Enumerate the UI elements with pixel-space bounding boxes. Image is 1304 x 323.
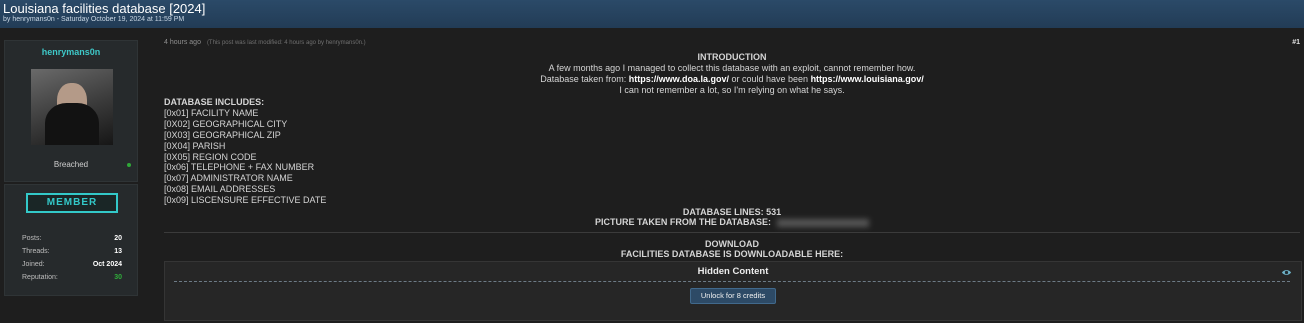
thread-header: Louisiana facilities database [2024] by … (0, 0, 1304, 28)
list-item: [0x07] ADMINISTRATOR NAME (164, 173, 293, 184)
intro-line: I can not remember a lot, so I'm relying… (619, 85, 845, 95)
author-panel: henrymans0n Breached MEMBER Posts: 20 Th… (4, 40, 138, 310)
list-item: [0x01] FACILITY NAME (164, 107, 259, 118)
reputation-value[interactable]: 30 (114, 274, 122, 281)
stat-value: Oct 2024 (92, 261, 122, 268)
picture-line: PICTURE TAKEN FROM THE DATABASE: (164, 217, 1300, 227)
download-heading: DOWNLOAD (705, 239, 759, 249)
stat-label: Joined: (22, 261, 45, 268)
blurred-link[interactable] (777, 218, 869, 227)
post-time: 4 hours ago (164, 39, 201, 46)
avatar[interactable] (31, 69, 113, 145)
post-number-link[interactable]: #1 (1292, 39, 1300, 46)
list-item: [0x08] EMAIL ADDRESSES (164, 184, 276, 195)
list-item: [0x06] TELEPHONE + FAX NUMBER (164, 162, 315, 173)
list-item: [0X04] PARISH (164, 140, 226, 151)
online-indicator-icon (127, 163, 131, 167)
eye-icon[interactable] (1281, 267, 1292, 278)
list-item: [0X03] GEOGRAPHICAL ZIP (164, 129, 281, 140)
intro-heading: INTRODUCTION (697, 52, 767, 62)
source-mid: or could have been (731, 74, 809, 84)
divider (164, 232, 1300, 233)
username-link[interactable]: henrymans0n (5, 47, 137, 57)
stat-value: 13 (114, 248, 122, 255)
louisiana-link[interactable]: https://www.louisiana.gov/ (811, 74, 924, 84)
download-note: FACILITIES DATABASE IS DOWNLOADABLE HERE… (620, 249, 844, 259)
list-item: [0X02] GEOGRAPHICAL CITY (164, 118, 288, 129)
list-item: [0x09] LISCENSURE EFFECTIVE DATE (164, 195, 327, 206)
doa-link[interactable]: https://www.doa.la.gov/ (629, 74, 729, 84)
user-status: Breached (53, 160, 89, 169)
intro-sources: Database taken from: https://www.doa.la.… (164, 74, 1300, 84)
dashed-divider (174, 281, 1290, 282)
stat-joined: Joined: Oct 2024 (22, 261, 122, 271)
author-card: henrymans0n Breached (4, 40, 138, 182)
rank-card: MEMBER Posts: 20 Threads: 13 Joined: Oct… (4, 184, 138, 296)
hidden-content-title: Hidden Content (697, 266, 769, 277)
stat-value: 20 (114, 235, 122, 242)
list-item: [0X05] REGION CODE (164, 151, 257, 162)
stat-posts: Posts: 20 (22, 235, 122, 245)
stat-reputation: Reputation: 30 (22, 274, 122, 284)
picture-label: PICTURE TAKEN FROM THE DATABASE: (595, 217, 771, 227)
stat-label: Reputation: (22, 274, 58, 281)
post: henrymans0n Breached MEMBER Posts: 20 Th… (0, 28, 1304, 323)
stat-threads: Threads: 13 (22, 248, 122, 258)
intro-line: A few months ago I managed to collect th… (548, 63, 916, 73)
stat-label: Threads: (22, 248, 50, 255)
includes-list: DATABASE INCLUDES: [0x01] FACILITY NAME … (164, 97, 326, 206)
post-meta: 4 hours ago (This post was last modified… (164, 39, 366, 46)
thread-title: Louisiana facilities database [2024] (3, 1, 206, 16)
source-prefix: Database taken from: (540, 74, 627, 84)
edit-note: (This post was last modified: 4 hours ag… (206, 40, 366, 46)
stat-label: Posts: (22, 235, 42, 242)
post-body: 4 hours ago (This post was last modified… (164, 36, 1302, 321)
rank-badge: MEMBER (26, 193, 118, 213)
hidden-content-box: Hidden Content Unlock for 8 credits (164, 261, 1302, 321)
unlock-button[interactable]: Unlock for 8 credits (690, 288, 776, 304)
includes-heading: DATABASE INCLUDES: (164, 97, 265, 107)
avatar-hoodie (45, 103, 99, 145)
database-lines: DATABASE LINES: 531 (682, 207, 782, 217)
thread-byline: by henrymans0n - Saturday October 19, 20… (3, 16, 185, 23)
